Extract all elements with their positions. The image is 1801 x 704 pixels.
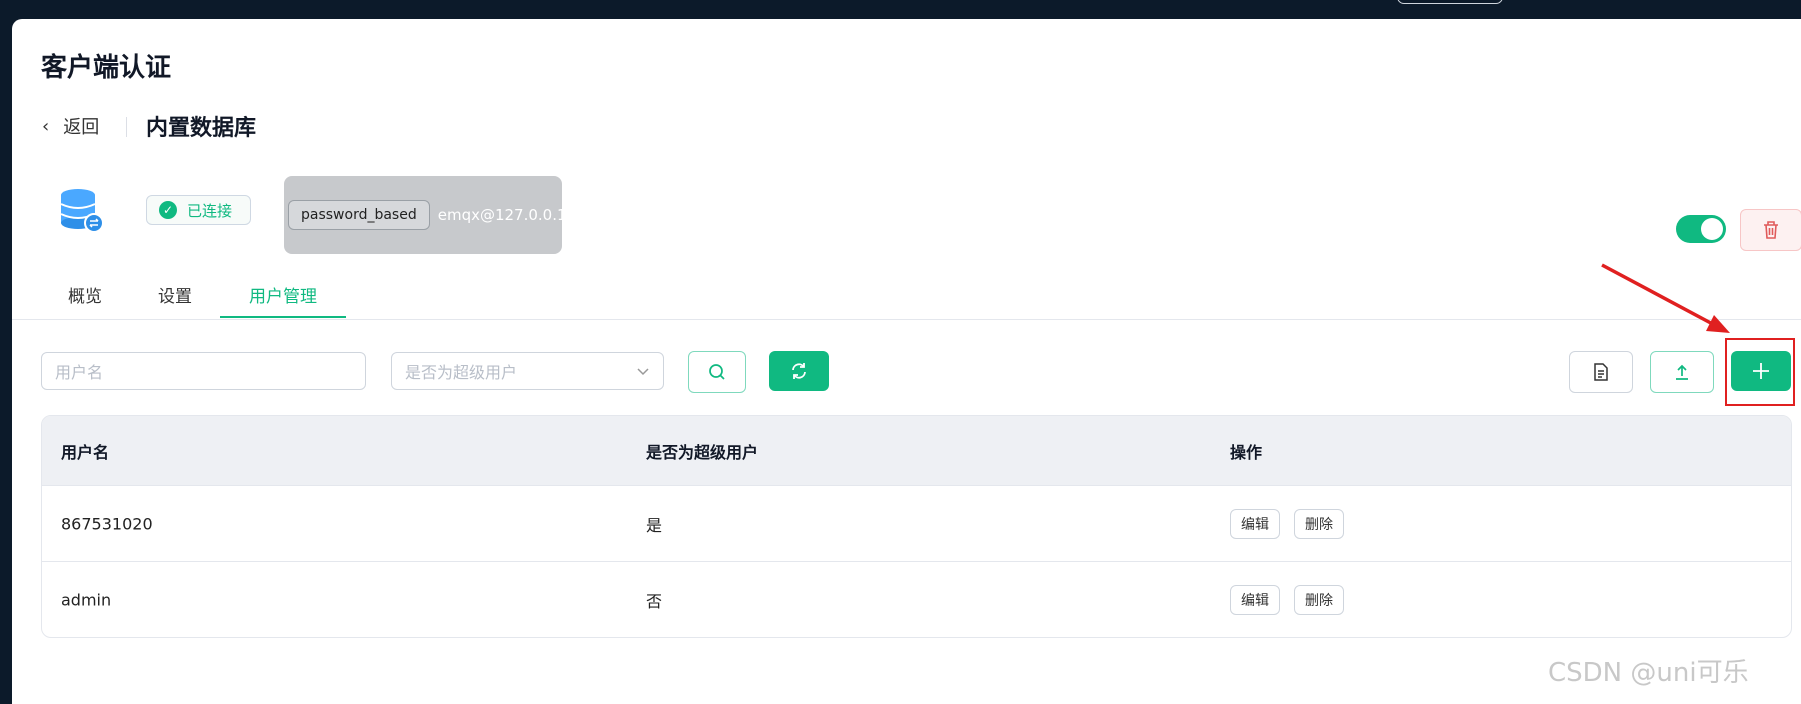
search-button[interactable] xyxy=(688,351,746,393)
column-header-actions: 操作 xyxy=(1230,442,1263,462)
check-circle-icon: ✓ xyxy=(159,201,177,219)
database-icon xyxy=(60,189,104,233)
upload-icon xyxy=(1676,364,1688,380)
row-actions: 编辑 删除 xyxy=(1230,508,1344,539)
tab-user-management[interactable]: 用户管理 xyxy=(249,282,317,307)
page-title: 客户端认证 xyxy=(41,53,172,83)
host-label: emqx@127.0.0.1 xyxy=(437,206,567,224)
back-label: 返回 xyxy=(63,117,100,138)
import-doc-button[interactable] xyxy=(1569,351,1633,393)
username-placeholder: 用户名 xyxy=(55,363,104,382)
toggle-knob xyxy=(1701,218,1723,240)
tab-settings[interactable]: 设置 xyxy=(158,282,192,307)
document-icon xyxy=(1594,363,1608,381)
username-search-input[interactable]: 用户名 xyxy=(41,352,366,390)
status-badge: ✓ 已连接 xyxy=(146,195,252,225)
chevron-left-icon: ‹ xyxy=(42,115,50,137)
superuser-placeholder: 是否为超级用户 xyxy=(405,363,518,382)
status-label: 已连接 xyxy=(187,201,233,220)
cell-superuser: 是 xyxy=(646,515,663,535)
cell-username: 867531020 xyxy=(61,514,153,533)
mechanism-tag: password_based xyxy=(288,200,430,230)
resource-title: 内置数据库 xyxy=(146,116,257,141)
column-header-username: 用户名 xyxy=(61,442,110,462)
trash-icon xyxy=(1764,221,1778,239)
title-divider xyxy=(126,117,127,137)
delete-button[interactable]: 删除 xyxy=(1294,584,1344,615)
table-row: 867531020 是 编辑 删除 xyxy=(42,486,1791,562)
mechanism-tooltip: password_based emqx@127.0.0.1 xyxy=(284,176,567,254)
row-actions: 编辑 删除 xyxy=(1230,584,1344,615)
search-icon xyxy=(709,364,725,380)
add-user-button[interactable] xyxy=(1731,351,1791,391)
enable-toggle[interactable] xyxy=(1676,215,1726,243)
annotation-arrow xyxy=(1601,263,1730,333)
cell-username: admin xyxy=(61,590,112,609)
table-row: admin 否 编辑 删除 xyxy=(42,562,1791,637)
plus-icon xyxy=(1753,363,1769,379)
edit-button[interactable]: 编辑 xyxy=(1230,508,1280,539)
edit-button[interactable]: 编辑 xyxy=(1230,584,1280,615)
watermark: CSDN @uni可乐 xyxy=(1548,658,1749,688)
topbar-element xyxy=(1397,0,1503,4)
table-header: 用户名 是否为超级用户 操作 xyxy=(42,416,1791,486)
tab-bar: 概览 设置 用户管理 xyxy=(12,270,1801,320)
active-tab-indicator xyxy=(220,316,346,318)
column-header-superuser: 是否为超级用户 xyxy=(646,442,759,462)
tab-overview[interactable]: 概览 xyxy=(68,282,102,307)
refresh-icon xyxy=(792,363,806,379)
cell-superuser: 否 xyxy=(646,591,663,611)
upload-button[interactable] xyxy=(1650,351,1714,393)
superuser-select[interactable]: 是否为超级用户 xyxy=(391,352,664,390)
back-button[interactable]: ‹ 返回 xyxy=(42,113,99,139)
delete-resource-button[interactable] xyxy=(1740,209,1801,251)
chevron-down-icon xyxy=(637,368,649,376)
users-table: 用户名 是否为超级用户 操作 867531020 是 编辑 删除 admin 否… xyxy=(41,415,1792,638)
delete-button[interactable]: 删除 xyxy=(1294,508,1344,539)
refresh-button[interactable] xyxy=(769,351,829,391)
